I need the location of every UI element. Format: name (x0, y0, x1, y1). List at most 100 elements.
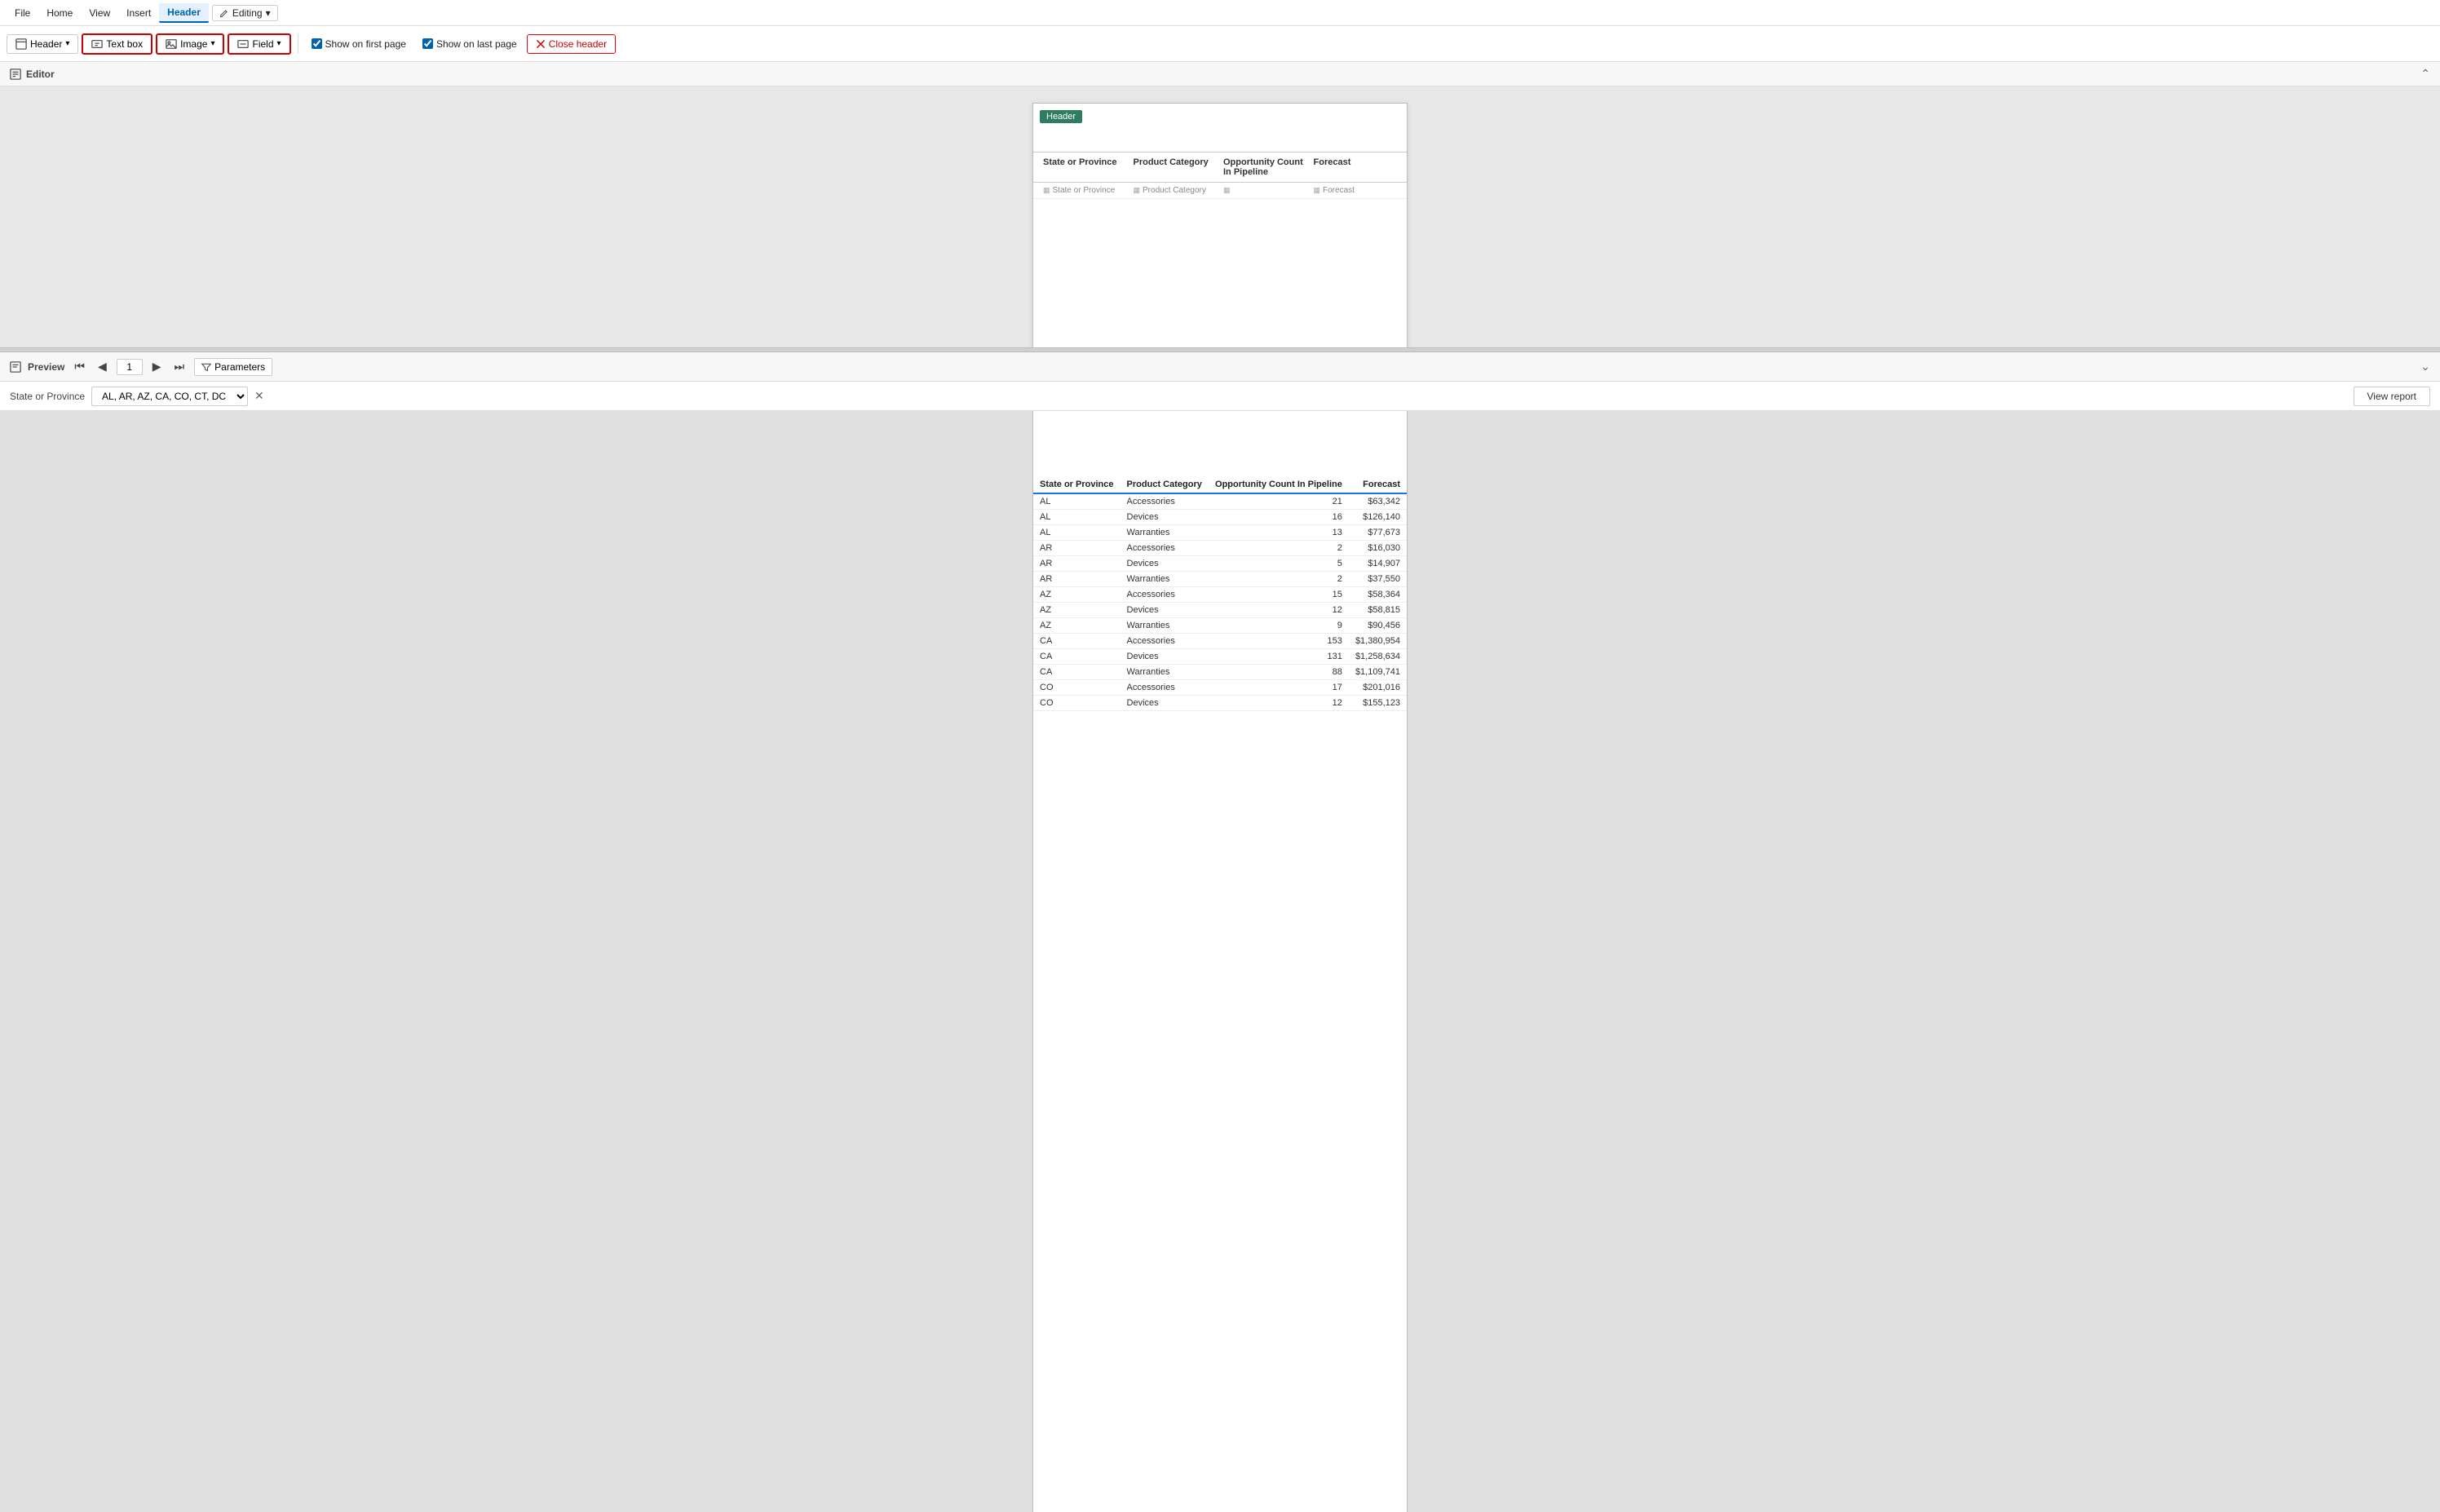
preview-th-product: Product Category (1121, 476, 1209, 493)
table-cell: CA (1033, 665, 1121, 680)
table-row: ALWarranties13$77,673 (1033, 525, 1407, 541)
preview-icon (10, 361, 21, 373)
state-param-clear-btn[interactable]: ✕ (254, 389, 264, 403)
textbox-button[interactable]: Text box (82, 33, 152, 55)
params-bar: State or Province AL, AR, AZ, CA, CO, CT… (0, 382, 2440, 411)
field-icon (237, 38, 249, 50)
placeholder-forecast: ▦ Forecast (1311, 184, 1401, 197)
col-header-opportunity: Opportunity Count In Pipeline (1220, 156, 1311, 179)
table-cell: Warranties (1121, 525, 1209, 541)
image-button[interactable]: Image ▾ (156, 33, 224, 55)
table-row: CODevices12$155,123 (1033, 696, 1407, 711)
table-cell: 12 (1209, 603, 1349, 618)
table-cell: AL (1033, 510, 1121, 525)
table-cell: 21 (1209, 493, 1349, 510)
preview-collapse-btn[interactable]: ⌄ (2420, 360, 2430, 374)
table-row: CAAccessories153$1,380,954 (1033, 634, 1407, 649)
menu-home[interactable]: Home (38, 4, 81, 22)
table-cell: Devices (1121, 603, 1209, 618)
table-cell: $63,342 (1349, 493, 1407, 510)
table-cell: AZ (1033, 587, 1121, 603)
close-header-button[interactable]: Close header (527, 34, 616, 54)
parameters-btn[interactable]: Parameters (194, 358, 272, 376)
close-icon (536, 39, 546, 49)
table-cell: Accessories (1121, 634, 1209, 649)
table-cell: CA (1033, 649, 1121, 665)
table-cell: $126,140 (1349, 510, 1407, 525)
table-cell: 5 (1209, 556, 1349, 572)
table-cell: 15 (1209, 587, 1349, 603)
table-cell: Devices (1121, 649, 1209, 665)
table-cell: 88 (1209, 665, 1349, 680)
menu-header[interactable]: Header (159, 3, 209, 23)
nav-next-btn[interactable]: ▶ (149, 358, 165, 375)
table-cell: 17 (1209, 680, 1349, 696)
table-cell: 2 (1209, 541, 1349, 556)
show-last-checkbox[interactable] (422, 38, 433, 49)
col-header-forecast: Forecast (1311, 156, 1401, 179)
table-cell: Accessories (1121, 587, 1209, 603)
menu-file[interactable]: File (7, 4, 38, 22)
state-param-select[interactable]: AL, AR, AZ, CA, CO, CT, DC (91, 387, 248, 406)
report-body-area (1033, 199, 1407, 329)
table-cell: AL (1033, 493, 1121, 510)
table-row: AZWarranties9$90,456 (1033, 618, 1407, 634)
table-cell: $1,258,634 (1349, 649, 1407, 665)
preview-table-body: ALAccessories21$63,342ALDevices16$126,14… (1033, 493, 1407, 711)
params-btn-label: Parameters (214, 361, 265, 373)
image-caret: ▾ (210, 39, 214, 48)
table-row: ALDevices16$126,140 (1033, 510, 1407, 525)
show-last-check[interactable]: Show on last page (416, 35, 524, 53)
table-cell: $201,016 (1349, 680, 1407, 696)
preview-th-state: State or Province (1033, 476, 1121, 493)
nav-prev-btn[interactable]: ◀ (95, 358, 110, 375)
preview-th-opportunity: Opportunity Count In Pipeline (1209, 476, 1349, 493)
table-cell: $58,364 (1349, 587, 1407, 603)
placeholder-product-label: Product Category (1143, 186, 1206, 195)
table-cell: Accessories (1121, 541, 1209, 556)
editing-badge[interactable]: Editing ▾ (212, 5, 278, 21)
table-cell: CO (1033, 680, 1121, 696)
header-label: Header (30, 38, 62, 50)
field-icon-opportunity: ▦ (1223, 186, 1231, 195)
menu-insert[interactable]: Insert (118, 4, 159, 22)
table-row: CADevices131$1,258,634 (1033, 649, 1407, 665)
editor-collapse-btn[interactable]: ⌃ (2420, 67, 2430, 81)
preview-page: State or Province Product Category Oppor… (1032, 411, 1408, 1512)
table-cell: 9 (1209, 618, 1349, 634)
field-caret: ▾ (277, 39, 281, 48)
table-cell: Devices (1121, 510, 1209, 525)
field-button[interactable]: Field ▾ (228, 33, 290, 55)
pencil-icon (219, 8, 229, 18)
editor-icon (10, 69, 21, 80)
editing-label: Editing (232, 7, 263, 19)
placeholder-state-label: State or Province (1053, 186, 1116, 195)
table-cell: 12 (1209, 696, 1349, 711)
placeholder-state: ▦ State or Province (1040, 184, 1130, 197)
page-number-input[interactable] (117, 359, 143, 375)
nav-first-btn[interactable]: ⏮ (71, 358, 88, 375)
table-cell: Warranties (1121, 572, 1209, 587)
table-cell: $77,673 (1349, 525, 1407, 541)
menu-view[interactable]: View (81, 4, 118, 22)
view-report-button[interactable]: View report (2354, 387, 2430, 406)
show-first-checkbox[interactable] (312, 38, 322, 49)
header-canvas-area[interactable]: Header (1033, 104, 1407, 153)
table-cell: AR (1033, 572, 1121, 587)
table-cell: AR (1033, 556, 1121, 572)
table-cell: 13 (1209, 525, 1349, 541)
show-first-check[interactable]: Show on first page (305, 35, 413, 53)
table-cell: Accessories (1121, 680, 1209, 696)
table-row: CAWarranties88$1,109,741 (1033, 665, 1407, 680)
table-cell: 153 (1209, 634, 1349, 649)
preview-th-forecast: Forecast (1349, 476, 1407, 493)
table-row: AZDevices12$58,815 (1033, 603, 1407, 618)
table-cell: CO (1033, 696, 1121, 711)
nav-last-btn[interactable]: ⏭ (171, 358, 188, 375)
table-cell: Accessories (1121, 493, 1209, 510)
header-button[interactable]: Header ▾ (7, 34, 78, 54)
table-cell: 2 (1209, 572, 1349, 587)
preview-header-spacer (1033, 411, 1407, 476)
menu-bar: File Home View Insert Header Editing ▾ (0, 0, 2440, 26)
filter-icon (201, 362, 211, 372)
